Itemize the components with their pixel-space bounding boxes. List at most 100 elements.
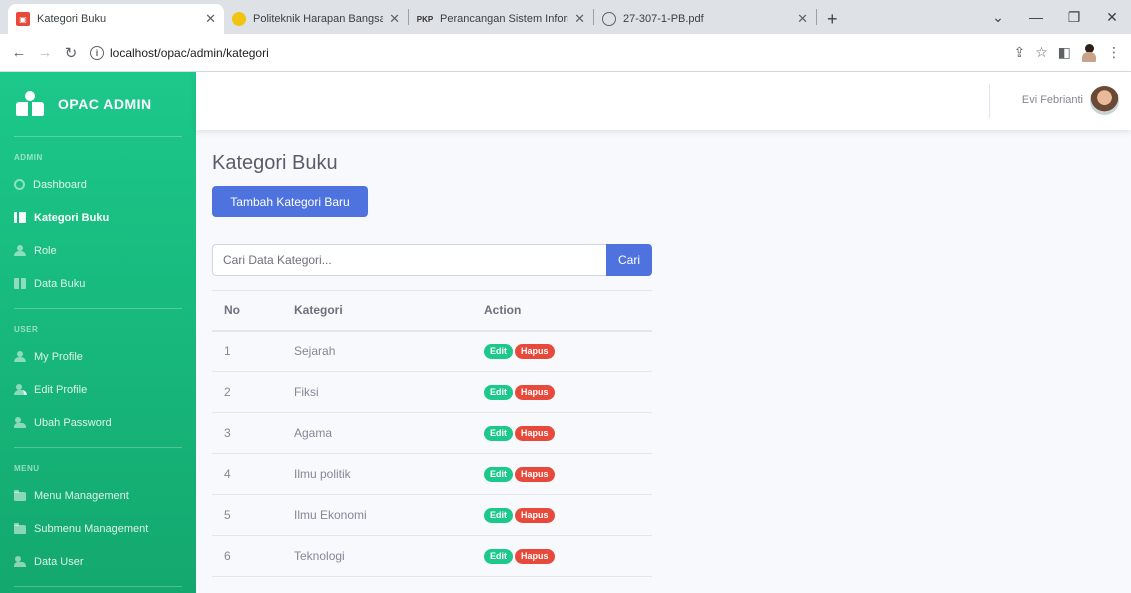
browser-tab[interactable]: 27-307-1-PB.pdf ✕ [594,4,816,34]
browser-tab-active[interactable]: ▣ Kategori Buku ✕ [8,4,224,34]
edit-button[interactable]: Edit [484,426,513,441]
user-avatar[interactable] [1090,86,1119,115]
close-tab-icon[interactable]: ✕ [797,11,808,27]
table-row: 3 Agama Edit Hapus [212,412,652,454]
row-actions: Edit Hapus [472,371,652,413]
sidebar-heading-menu: MENU [14,464,40,473]
close-tab-icon[interactable]: ✕ [574,11,585,27]
sidebar-item-edit-profile[interactable]: Edit Profile [0,373,196,406]
side-panel-icon[interactable]: ◧ [1058,44,1071,61]
tab-title: Perancangan Sistem Informasi Pe [440,13,568,25]
table-row: 4 Ilmu politik Edit Hapus [212,453,652,495]
sidebar-item-label: Data User [34,555,84,568]
url-field[interactable]: i localhost/opac/admin/kategori [90,39,1001,67]
edit-button[interactable]: Edit [484,385,513,400]
kebab-menu-icon[interactable]: ⋮ [1107,44,1121,61]
profile-avatar-icon[interactable] [1081,43,1097,62]
delete-button[interactable]: Hapus [515,549,555,564]
back-arrow-icon[interactable]: ← [6,44,32,61]
row-category: Teknologi [282,535,472,577]
restore-button[interactable]: ❐ [1055,9,1093,26]
row-actions: Edit Hapus [472,535,652,577]
folder-open-icon [14,523,26,534]
edit-button[interactable]: Edit [484,508,513,523]
tab-search-icon[interactable]: ⌄ [979,9,1017,26]
edit-button[interactable]: Edit [484,467,513,482]
row-actions: Edit Hapus [472,412,652,454]
sidebar-item-my-profile[interactable]: My Profile [0,340,196,373]
sidebar-item-label: Menu Management [34,489,129,502]
user-icon [14,351,26,362]
sidebar-item-role[interactable]: Role [0,234,196,267]
edit-button[interactable]: Edit [484,344,513,360]
window-controls: ⌄ — ❐ ✕ [979,0,1131,34]
url-text: localhost/opac/admin/kategori [110,45,269,60]
tab-title: Politeknik Harapan Bangsa Surak [253,13,384,25]
browser-address-bar: ← → ↻ i localhost/opac/admin/kategori ⇪ … [0,34,1131,72]
sidebar-item-dashboard[interactable]: Dashboard [0,168,196,201]
search-input[interactable] [212,244,606,276]
header-kategori: Kategori [282,290,472,332]
table-row: 1 Sejarah Edit Hapus [212,330,652,372]
minimize-button[interactable]: — [1017,9,1055,25]
sidebar-item-menu-management[interactable]: Menu Management [0,479,196,512]
browser-tab-bar: ▣ Kategori Buku ✕ Politeknik Harapan Ban… [0,0,1131,34]
sidebar-item-label: Dashboard [33,178,87,191]
category-table: No Kategori Action 1 Sejarah Edit Hapus 2… [212,290,652,577]
delete-button[interactable]: Hapus [515,467,555,482]
sidebar-item-submenu-management[interactable]: Submenu Management [0,512,196,545]
add-category-button[interactable]: Tambah Kategori Baru [212,186,368,217]
search-button[interactable]: Cari [606,244,652,276]
table-header-row: No Kategori Action [212,290,652,332]
tab-title: Kategori Buku [37,13,107,25]
delete-button[interactable]: Hapus [515,385,555,400]
user-edit-icon [14,384,27,395]
globe-favicon-icon [602,12,616,26]
table-row: 2 Fiksi Edit Hapus [212,371,652,413]
close-tab-icon[interactable]: ✕ [205,11,216,27]
sidebar-item-label: Submenu Management [34,522,149,535]
sidebar: OPAC ADMIN ADMIN Dashboard Kategori Buku… [0,72,196,593]
sidebar-brand[interactable]: OPAC ADMIN [0,72,196,136]
sidebar-item-ubah-password[interactable]: Ubah Password [0,406,196,439]
browser-tab[interactable]: Politeknik Harapan Bangsa Surak ✕ [224,4,408,34]
sidebar-heading-user: USER [14,325,39,334]
book-icon [14,278,26,289]
sidebar-item-data-buku[interactable]: Data Buku [0,267,196,300]
bookmark-star-icon[interactable]: ☆ [1035,44,1048,61]
share-icon[interactable]: ⇪ [1013,44,1025,61]
college-favicon-icon [232,12,246,26]
browser-tab[interactable]: PKP Perancangan Sistem Informasi Pe ✕ [409,4,593,34]
delete-button[interactable]: Hapus [515,508,555,523]
folder-icon [14,490,26,501]
header-no: No [212,290,282,332]
sidebar-item-label: Role [34,244,57,257]
sidebar-item-label: Ubah Password [34,416,112,429]
sidebar-item-label: My Profile [34,350,83,363]
edit-button[interactable]: Edit [484,549,513,564]
user-icon [14,245,26,256]
forward-arrow-icon[interactable]: → [32,44,58,61]
row-number: 1 [212,330,282,372]
row-actions: Edit Hapus [472,453,652,495]
sidebar-item-data-user[interactable]: Data User [0,545,196,578]
brand-name: OPAC ADMIN [58,96,152,112]
delete-button[interactable]: Hapus [515,344,555,360]
delete-button[interactable]: Hapus [515,426,555,441]
user-key-icon [14,417,26,428]
new-tab-button[interactable]: + [817,4,848,34]
sidebar-item-label: Edit Profile [34,383,88,396]
table-row: 5 Ilmu Ekonomi Edit Hapus [212,494,652,536]
site-info-icon[interactable]: i [90,45,104,60]
reload-icon[interactable]: ↻ [58,44,84,62]
sidebar-item-kategori-buku[interactable]: Kategori Buku [0,201,196,234]
search-form: Cari [212,244,652,276]
books-icon [14,212,26,223]
row-category: Fiksi [282,371,472,413]
close-tab-icon[interactable]: ✕ [389,11,400,27]
row-number: 4 [212,453,282,495]
app-favicon-icon: ▣ [16,12,30,26]
user-name[interactable]: Evi Febrianti [1022,94,1083,106]
row-category: Sejarah [282,330,472,372]
close-window-button[interactable]: ✕ [1093,9,1131,26]
